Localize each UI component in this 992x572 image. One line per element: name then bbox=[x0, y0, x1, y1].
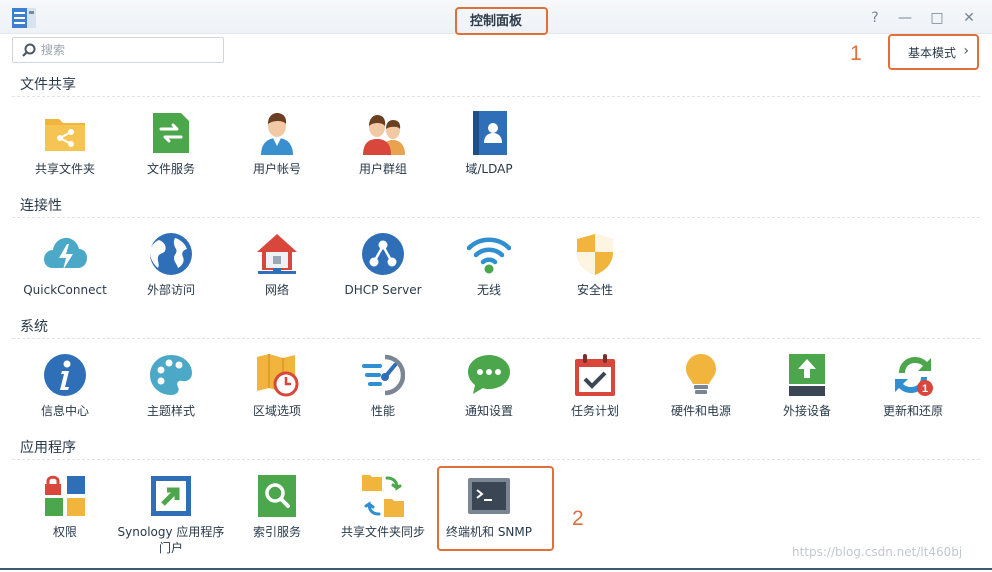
help-button[interactable]: ? bbox=[866, 9, 884, 27]
section-divider bbox=[12, 96, 980, 97]
maximize-button[interactable]: □ bbox=[928, 9, 946, 27]
tile-label: 用户帐号 bbox=[252, 162, 301, 176]
upload-icon bbox=[789, 354, 825, 396]
minimize-button[interactable]: — bbox=[896, 9, 914, 27]
tile-task-scheduler[interactable]: 任务计划 bbox=[542, 353, 648, 453]
shield-icon bbox=[577, 234, 613, 275]
gauge-icon bbox=[362, 354, 405, 396]
palette-icon bbox=[150, 355, 192, 395]
tile-security[interactable]: 安全性 bbox=[542, 232, 648, 332]
globe-icon bbox=[150, 233, 192, 275]
tile-user-account[interactable]: 用户帐号 bbox=[224, 111, 330, 211]
title-annotation-box bbox=[455, 7, 548, 35]
tile-app-portal[interactable]: Synology 应用程序门户 bbox=[118, 474, 224, 572]
section-title-connectivity: 连接性 bbox=[20, 198, 62, 214]
tile-user-group[interactable]: 用户群组 bbox=[330, 111, 436, 211]
tile-external-devices[interactable]: 外接设备 bbox=[754, 353, 860, 453]
tile-label: 无线 bbox=[476, 283, 501, 297]
tile-hardware-power[interactable]: 硬件和电源 bbox=[648, 353, 754, 453]
tile-label: 索引服务 bbox=[252, 525, 301, 539]
tile-notification[interactable]: 通知设置 bbox=[436, 353, 542, 453]
watermark: https://blog.csdn.net/lt460bj bbox=[792, 545, 963, 559]
section-divider bbox=[12, 217, 980, 218]
tile-external-access[interactable]: 外部访问 bbox=[118, 232, 224, 332]
tile-label: 外部访问 bbox=[146, 283, 195, 297]
dhcp-icon bbox=[362, 233, 404, 275]
app-portal-icon bbox=[151, 476, 191, 516]
tile-file-services[interactable]: 文件服务 bbox=[118, 111, 224, 211]
tile-label: 信息中心 bbox=[40, 404, 89, 418]
cloud-bolt-icon bbox=[44, 237, 87, 270]
refresh-icon: 1 bbox=[895, 357, 933, 396]
basic-mode-button[interactable]: 基本模式 › bbox=[888, 34, 979, 70]
tile-regional-options[interactable]: 区域选项 bbox=[224, 353, 330, 453]
tile-label: 共享文件夹同步 bbox=[340, 525, 425, 539]
tile-update-restore[interactable]: 1 更新和还原 bbox=[860, 353, 966, 453]
tile-network[interactable]: 网络 bbox=[224, 232, 330, 332]
folder-sync-icon bbox=[362, 475, 404, 517]
tile-label: 主题样式 bbox=[146, 404, 195, 418]
user-icon bbox=[261, 113, 293, 155]
info-icon bbox=[44, 354, 86, 396]
index-search-icon bbox=[258, 475, 296, 517]
chevron-right-icon: › bbox=[963, 43, 969, 59]
tile-label: 外接设备 bbox=[782, 404, 831, 418]
section-divider bbox=[12, 459, 980, 460]
chat-bubble-icon bbox=[468, 355, 510, 394]
tile-label: 区域选项 bbox=[252, 404, 301, 418]
tile-label: 性能 bbox=[370, 404, 395, 418]
tile-dhcp-server[interactable]: DHCP Server bbox=[330, 232, 436, 332]
annotation-number-1: 1 bbox=[850, 42, 862, 65]
file-services-icon bbox=[153, 113, 189, 153]
section-title-file-sharing: 文件共享 bbox=[20, 77, 76, 93]
tile-label: 硬件和电源 bbox=[670, 404, 731, 418]
tile-wireless[interactable]: 无线 bbox=[436, 232, 542, 332]
tile-label: 文件服务 bbox=[146, 162, 195, 176]
tile-theme[interactable]: 主题样式 bbox=[118, 353, 224, 453]
tile-domain-ldap[interactable]: 域/LDAP bbox=[436, 111, 542, 211]
ldap-book-icon bbox=[473, 111, 507, 155]
home-network-icon bbox=[257, 234, 297, 274]
tile-label: DHCP Server bbox=[344, 283, 422, 297]
tile-label: 安全性 bbox=[576, 283, 613, 297]
search-box[interactable] bbox=[12, 37, 224, 63]
terminal-annotation-box bbox=[437, 466, 554, 551]
tile-label: 域/LDAP bbox=[465, 162, 513, 176]
group-icon bbox=[363, 115, 405, 155]
tile-label: QuickConnect bbox=[23, 283, 107, 297]
shared-folder-icon bbox=[45, 119, 85, 151]
basic-mode-label: 基本模式 bbox=[908, 46, 957, 60]
section-title-applications: 应用程序 bbox=[20, 440, 76, 456]
tile-label: 网络 bbox=[264, 283, 289, 297]
calendar-check-icon bbox=[575, 354, 615, 396]
tile-label: 用户群组 bbox=[358, 162, 407, 176]
search-input[interactable] bbox=[41, 41, 219, 59]
tile-label: 更新和还原 bbox=[882, 404, 943, 418]
tile-performance[interactable]: 性能 bbox=[330, 353, 436, 453]
bottom-border bbox=[0, 568, 992, 570]
tile-label: 共享文件夹 bbox=[34, 162, 95, 176]
map-clock-icon bbox=[257, 354, 299, 397]
bulb-icon bbox=[686, 354, 716, 394]
section-title-system: 系统 bbox=[20, 319, 48, 335]
tile-label: Synology 应用程序门户 bbox=[117, 525, 225, 555]
tile-label: 任务计划 bbox=[570, 404, 619, 418]
annotation-number-2: 2 bbox=[572, 507, 584, 530]
tile-indexing-service[interactable]: 索引服务 bbox=[224, 474, 330, 572]
close-button[interactable]: ✕ bbox=[960, 9, 978, 27]
update-badge: 1 bbox=[922, 383, 928, 395]
privileges-icon bbox=[45, 475, 85, 516]
tile-label: 通知设置 bbox=[464, 404, 513, 418]
tile-privileges[interactable]: 权限 bbox=[12, 474, 118, 572]
wifi-icon bbox=[467, 237, 511, 274]
search-icon bbox=[22, 43, 36, 57]
section-divider bbox=[12, 338, 980, 339]
tile-label: 权限 bbox=[52, 525, 77, 539]
tile-folder-sync[interactable]: 共享文件夹同步 bbox=[330, 474, 436, 572]
